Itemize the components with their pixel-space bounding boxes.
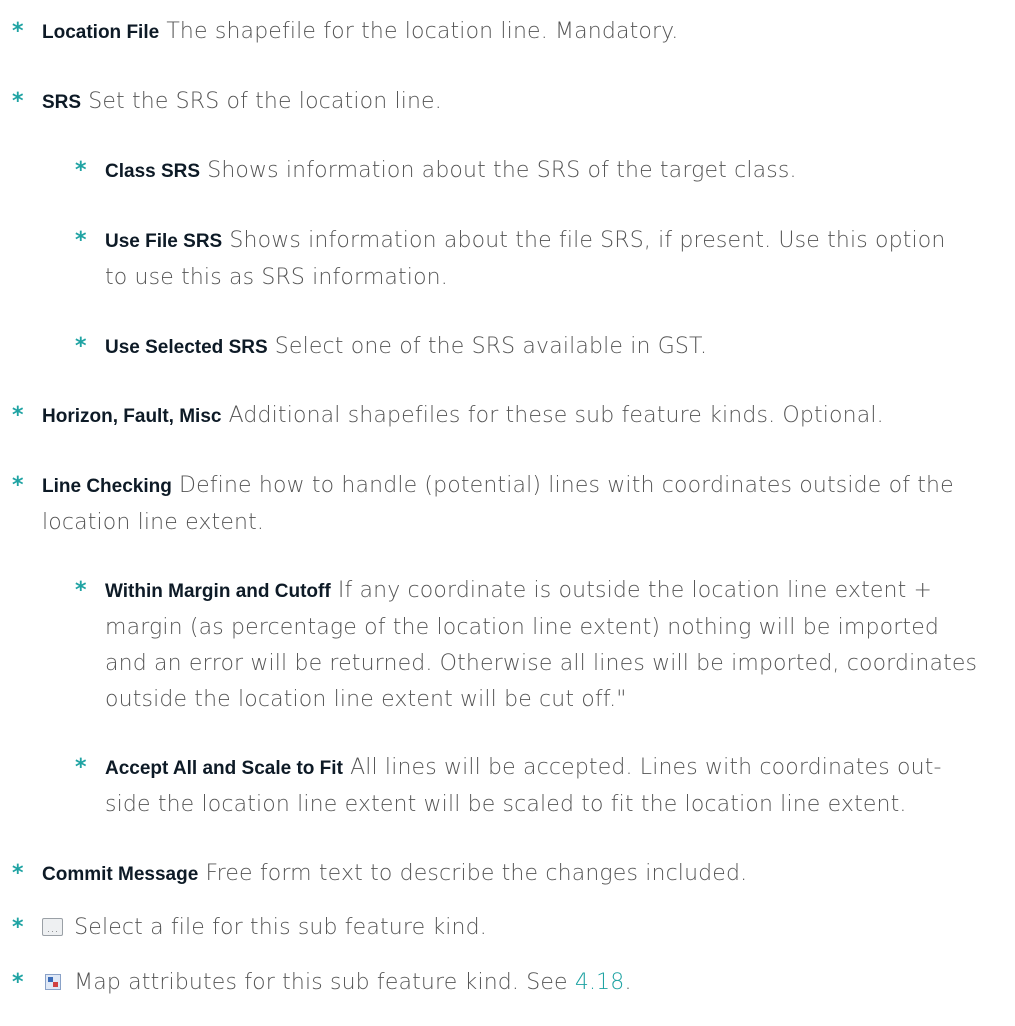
list-item-file-button: * ... Select a file for this sub feature… xyxy=(12,910,1012,946)
desc-horizon-fault-misc: Additional shapefiles for these sub feat… xyxy=(228,403,884,428)
bullet-icon: * xyxy=(75,158,87,183)
list-item-horizon-fault-misc: * Horizon, Fault, Misc Additional shapef… xyxy=(12,398,1012,435)
desc-within-margin-1: If any coordinate is outside the locatio… xyxy=(337,578,933,603)
bullet-icon: * xyxy=(12,19,24,44)
term-horizon-fault-misc: Horizon, Fault, Misc xyxy=(42,406,222,427)
bullet-icon: * xyxy=(75,228,87,253)
desc-within-margin-4: outside the location line extent will be… xyxy=(105,687,627,712)
desc-use-selected-srs: Select one of the SRS available in GST. xyxy=(274,334,708,359)
desc-map-attributes-end: . xyxy=(624,970,632,995)
term-accept-all: Accept All and Scale to Fit xyxy=(105,758,343,779)
bullet-icon: * xyxy=(12,915,24,940)
desc-location-file: The shapefile for the location line. Man… xyxy=(166,19,679,44)
term-use-file-srs: Use File SRS xyxy=(105,231,223,252)
document-page: * Location File The shapefile for the lo… xyxy=(0,0,1015,1026)
list-item-accept-all: * Accept All and Scale to Fit All lines … xyxy=(75,750,1010,823)
desc-commit-message: Free form text to describe the changes i… xyxy=(205,861,748,886)
bullet-icon: * xyxy=(75,334,87,359)
section-reference-link[interactable]: 4.18 xyxy=(575,970,625,995)
desc-map-attributes: Map attributes for this sub feature kind… xyxy=(74,970,568,995)
list-item-within-margin: * Within Margin and Cutoff If any coordi… xyxy=(75,573,1010,718)
list-item-map-attributes: * Map attributes for this sub feature ki… xyxy=(12,965,1012,1001)
desc-class-srs: Shows information about the SRS of the t… xyxy=(207,158,797,183)
desc-file-button: Select a file for this sub feature kind. xyxy=(74,915,487,940)
desc-within-margin-3: and an error will be returned. Otherwise… xyxy=(105,651,978,676)
list-item-commit-message: * Commit Message Free form text to descr… xyxy=(12,856,1012,893)
term-commit-message: Commit Message xyxy=(42,864,199,885)
ellipsis-button-label: ... xyxy=(46,921,59,935)
term-line-checking: Line Checking xyxy=(42,476,172,497)
desc-srs: Set the SRS of the location line. xyxy=(88,89,442,114)
desc-accept-all-2: side the location line extent will be sc… xyxy=(105,792,907,817)
desc-within-margin-2: margin (as percentage of the location li… xyxy=(105,615,939,640)
list-item-line-checking: * Line Checking Define how to handle (po… xyxy=(12,468,1012,541)
list-item-use-file-srs: * Use File SRS Shows information about t… xyxy=(75,223,1010,296)
bullet-icon: * xyxy=(12,970,24,995)
ellipsis-button-icon: ... xyxy=(42,918,63,936)
desc-line-checking-2: location line extent. xyxy=(42,510,265,535)
desc-line-checking-1: Define how to handle (potential) lines w… xyxy=(179,473,954,498)
bullet-icon: * xyxy=(12,473,24,498)
bullet-icon: * xyxy=(12,861,24,886)
bullet-icon: * xyxy=(75,755,87,780)
term-srs: SRS xyxy=(42,92,82,113)
list-item-location-file: * Location File The shapefile for the lo… xyxy=(12,14,1012,51)
desc-accept-all-1: All lines will be accepted. Lines with c… xyxy=(350,755,942,780)
bullet-icon: * xyxy=(12,89,24,114)
bullet-icon: * xyxy=(12,403,24,428)
term-class-srs: Class SRS xyxy=(105,161,201,182)
list-item-srs: * SRS Set the SRS of the location line. xyxy=(12,84,1012,121)
list-item-class-srs: * Class SRS Shows information about the … xyxy=(75,153,1010,190)
map-attributes-icon xyxy=(45,974,61,990)
term-within-margin: Within Margin and Cutoff xyxy=(105,581,331,602)
desc-use-file-srs-1: Shows information about the file SRS, if… xyxy=(229,228,946,253)
desc-use-file-srs-2: to use this as SRS information. xyxy=(105,265,448,290)
bullet-icon: * xyxy=(75,578,87,603)
term-use-selected-srs: Use Selected SRS xyxy=(105,337,268,358)
term-location-file: Location File xyxy=(42,22,160,43)
list-item-use-selected-srs: * Use Selected SRS Select one of the SRS… xyxy=(75,329,1010,366)
